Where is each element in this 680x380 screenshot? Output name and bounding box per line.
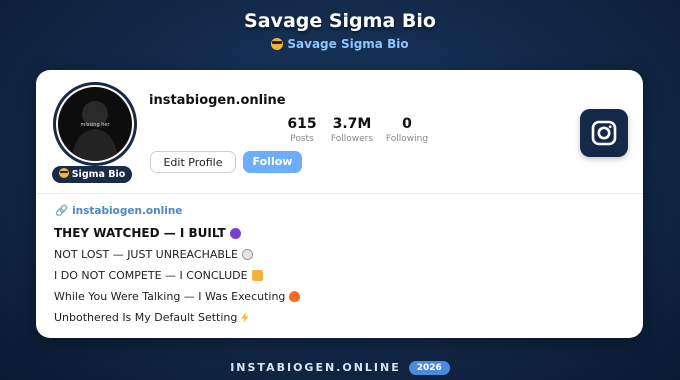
bio-line-text: NOT LOST — JUST UNREACHABLE — [54, 248, 238, 261]
bio-link-text: instabiogen.online — [72, 205, 183, 217]
link-icon: 🔗 — [55, 205, 69, 217]
avatar-ring[interactable]: missing her — [53, 82, 137, 166]
stat-followers-label: Followers — [330, 134, 374, 144]
year-badge: 2026 — [408, 360, 450, 375]
stat-following-label: Following — [385, 134, 429, 144]
bio-line: Unbothered Is My Default Setting — [54, 311, 249, 324]
badge-label: Sigma Bio — [71, 169, 126, 180]
bio-line: I DO NOT COMPETE — I CONCLUDE — [54, 269, 263, 282]
bio-link[interactable]: 🔗 instabiogen.online — [55, 204, 182, 217]
skull-emoji-icon — [242, 249, 253, 260]
page-subtitle-text: Savage Sigma Bio — [287, 37, 409, 51]
bio-line-text: THEY WATCHED — I BUILT — [54, 226, 226, 240]
edit-profile-button[interactable]: Edit Profile — [150, 151, 236, 173]
bio-line: THEY WATCHED — I BUILT — [54, 226, 241, 240]
footer: INSTABIOGEN.ONLINE 2026 — [0, 357, 680, 376]
stat-following[interactable]: 0 Following — [377, 116, 437, 144]
fire-emoji-icon — [289, 291, 301, 302]
sunglasses-emoji-icon — [58, 168, 69, 178]
page-subtitle: Savage Sigma Bio — [0, 37, 680, 51]
bio-line-text: I DO NOT COMPETE — I CONCLUDE — [54, 269, 248, 282]
stat-followers-value: 3.7M — [332, 116, 372, 132]
divider — [36, 193, 643, 194]
bio-line: While You Were Talking — I Was Executing — [54, 290, 301, 303]
stat-followers[interactable]: 3.7M Followers — [322, 116, 382, 144]
lightning-emoji-icon — [241, 312, 249, 323]
bio-line: NOT LOST — JUST UNREACHABLE — [54, 248, 253, 261]
stat-following-value: 0 — [402, 116, 412, 132]
sunglasses-emoji-icon — [271, 38, 284, 50]
follow-button[interactable]: Follow — [243, 151, 302, 173]
avatar: missing her — [58, 87, 132, 161]
username: instabiogen.online — [149, 93, 286, 108]
profile-card: missing her Sigma Bio instabiogen.online… — [36, 70, 643, 338]
footer-site[interactable]: INSTABIOGEN.ONLINE — [230, 361, 401, 374]
avatar-caption: missing her — [80, 122, 110, 128]
sigma-bio-badge: Sigma Bio — [52, 166, 132, 183]
devil-emoji-icon — [229, 228, 241, 239]
bio-line-text: While You Were Talking — I Was Executing — [54, 290, 286, 303]
bio-line-text: Unbothered Is My Default Setting — [54, 311, 238, 324]
crown-emoji-icon — [251, 270, 263, 281]
page-title: Savage Sigma Bio — [244, 10, 436, 32]
instagram-icon[interactable] — [580, 109, 628, 157]
